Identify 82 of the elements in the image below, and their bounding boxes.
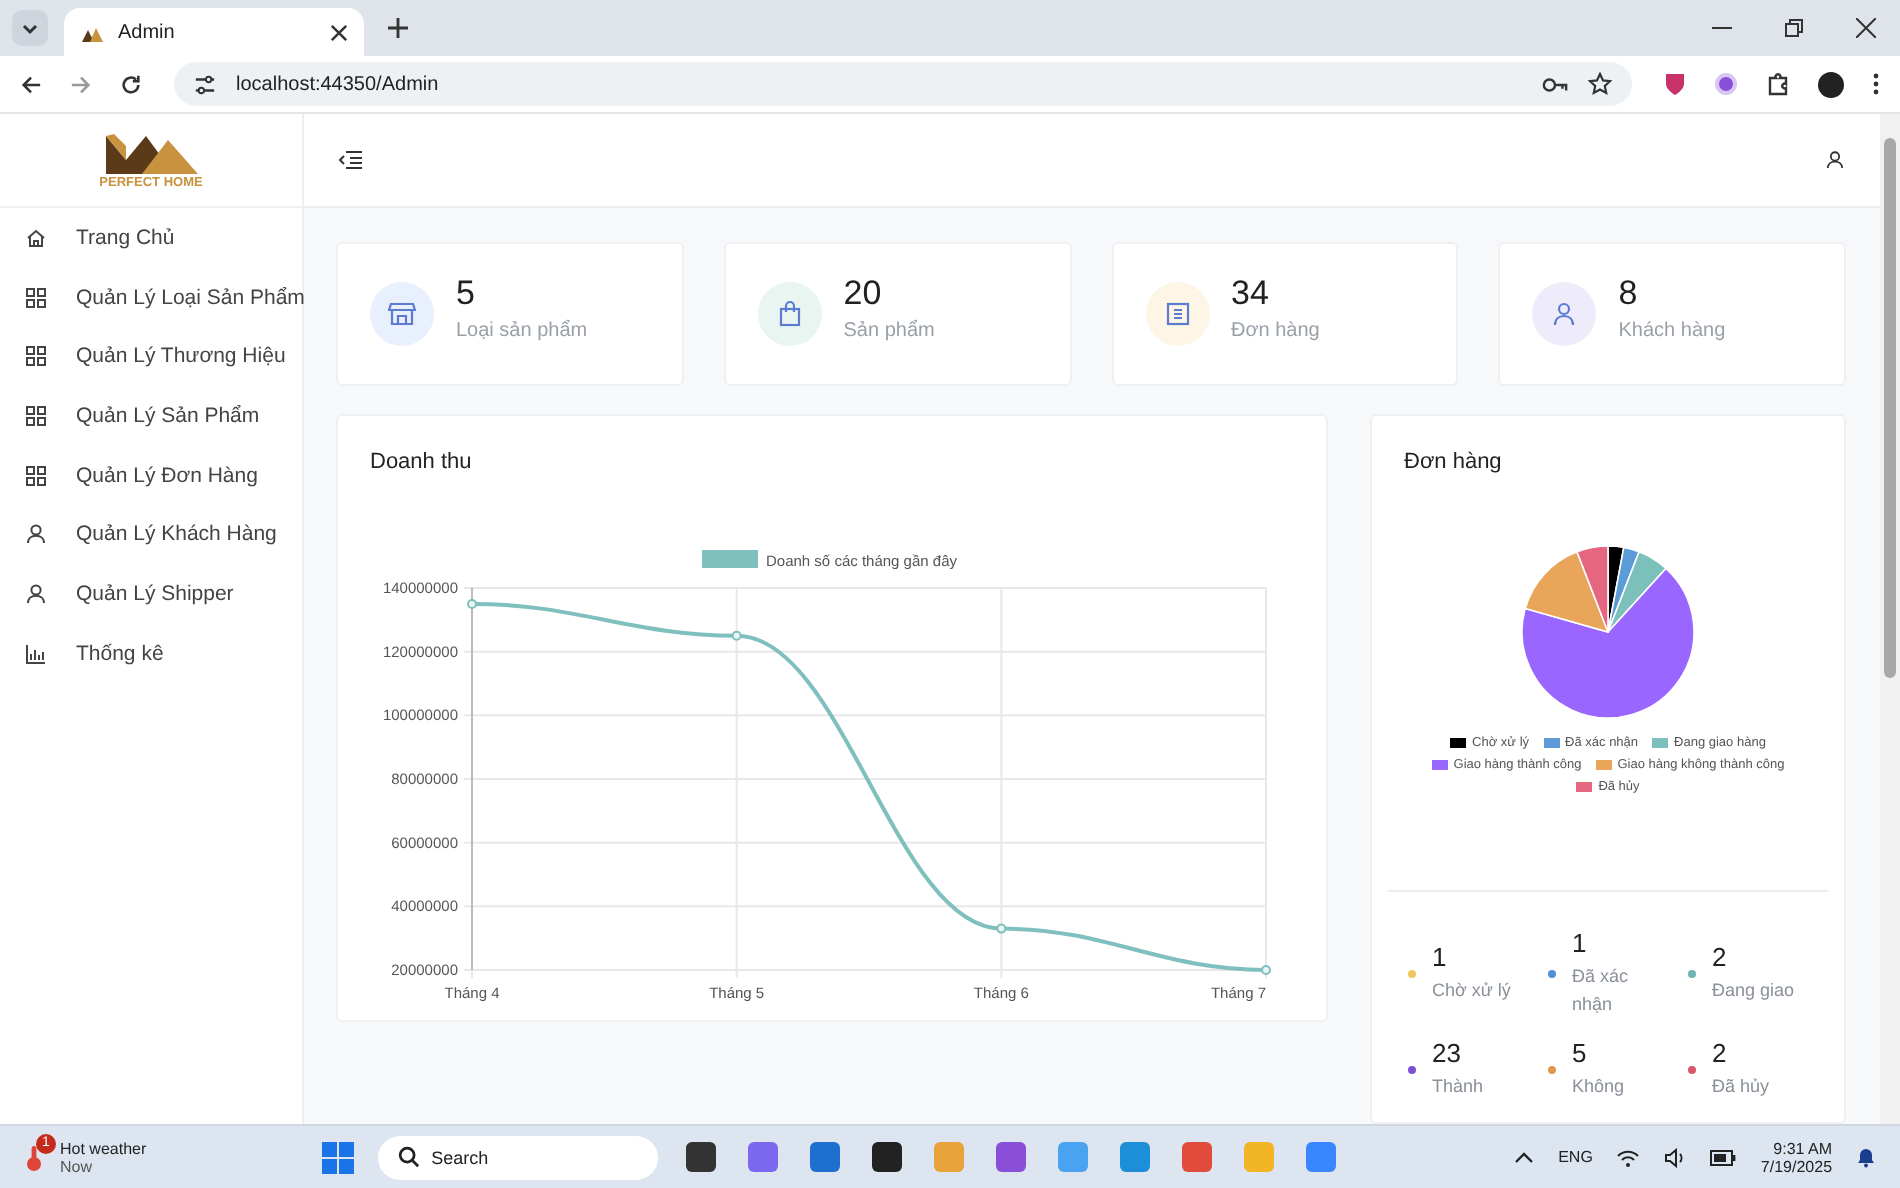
clock[interactable]: 9:31 AM 7/19/2025 (1760, 1139, 1833, 1175)
back-arrow-icon[interactable] (20, 73, 42, 95)
data-point (731, 630, 742, 641)
close-icon[interactable] (330, 23, 348, 41)
stat-label: Loại sản phẩm (456, 320, 588, 342)
card-title: Doanh thu (370, 450, 474, 474)
grid-icon (26, 405, 46, 426)
grid-icon (26, 465, 46, 486)
chart-icon (26, 643, 46, 664)
card-title: Đơn hàng (1402, 450, 1504, 474)
scrollbar[interactable] (1880, 114, 1900, 1124)
speaker-icon[interactable] (1664, 1147, 1687, 1167)
address-bar[interactable]: localhost:44350/Admin (174, 62, 1632, 106)
taskbar-app-icon[interactable] (685, 1142, 716, 1172)
status-label: Đã hủy (1712, 1074, 1772, 1100)
home-icon (26, 227, 46, 248)
key-icon[interactable] (1542, 75, 1568, 93)
data-point (996, 923, 1007, 934)
bag-icon (757, 282, 822, 346)
search-icon (397, 1146, 420, 1168)
taskbar-app-icon[interactable] (871, 1142, 902, 1172)
puzzle-icon[interactable] (1766, 72, 1790, 96)
store-icon (370, 282, 434, 346)
stat-value: 34 (1231, 274, 1271, 314)
more-menu-icon[interactable] (1872, 72, 1880, 96)
sidebar-item[interactable]: Quản Lý Shipper (0, 564, 302, 624)
chevron-up-icon[interactable] (1514, 1151, 1535, 1163)
battery-icon[interactable] (1710, 1149, 1737, 1165)
taskbar-search-field[interactable]: Search (377, 1135, 658, 1179)
grid-icon (26, 346, 46, 367)
user-icon (26, 583, 46, 604)
tab-title: Admin (118, 21, 177, 43)
site-info-icon[interactable] (194, 73, 216, 95)
user-icon (26, 524, 46, 545)
reload-icon[interactable] (120, 73, 142, 95)
status-count: 5 (1572, 1038, 1589, 1068)
user-icon (1532, 282, 1597, 346)
language-indicator[interactable]: ENG (1558, 1148, 1593, 1166)
stat-label: Đơn hàng (1231, 320, 1320, 342)
tab-list-button[interactable] (12, 10, 48, 46)
star-icon[interactable] (1588, 72, 1612, 96)
status-count: 23 (1432, 1038, 1463, 1068)
sidebar-item[interactable]: Trang Chủ (0, 208, 302, 268)
windows-start-icon[interactable] (321, 1141, 354, 1173)
data-point (1261, 965, 1271, 975)
house-logo-icon (101, 130, 201, 174)
data-point (467, 598, 477, 609)
stat-label: Sản phẩm (843, 320, 935, 342)
weather-title: Hot weather (60, 1139, 147, 1157)
grid-icon (26, 287, 46, 308)
forward-arrow-icon[interactable] (70, 73, 92, 95)
sidebar-item[interactable]: Thống kê (0, 623, 302, 683)
weather-subtitle: Now (60, 1157, 95, 1175)
sidebar-item[interactable]: Quản Lý Loại Sản Phẩm (0, 267, 302, 327)
sidebar-item[interactable]: Quản Lý Thương Hiệu (0, 326, 302, 387)
status-label: Không (1572, 1074, 1627, 1100)
restore-icon[interactable] (1784, 18, 1804, 38)
status-label: Thành (1432, 1074, 1486, 1100)
stat-value: 8 (1618, 274, 1640, 314)
profile-avatar[interactable] (1818, 71, 1844, 97)
status-label: Chờ xử lý (1432, 977, 1513, 1004)
status-count: 1 (1572, 928, 1589, 958)
stat-value: 20 (843, 274, 884, 314)
sidebar-item[interactable]: Quản Lý Sản Phẩm (0, 386, 302, 446)
shield-icon[interactable] (1664, 72, 1686, 96)
new-tab-icon[interactable] (388, 18, 408, 38)
menu-icon[interactable] (338, 150, 362, 170)
wifi-icon[interactable] (1616, 1147, 1641, 1167)
status-count: 2 (1712, 1038, 1729, 1068)
user-icon[interactable] (1826, 150, 1844, 170)
status-count: 1 (1432, 941, 1449, 972)
browser-tab[interactable]: Admin (64, 8, 364, 56)
stat-value: 5 (456, 274, 477, 314)
bell-icon[interactable] (1856, 1146, 1877, 1168)
close-icon[interactable] (1856, 18, 1876, 38)
status-label: Đã xác nhận (1572, 964, 1631, 1017)
list-icon (1145, 282, 1209, 346)
sidebar-item[interactable]: Quản Lý Khách Hàng (0, 504, 302, 565)
status-label: Đang giao (1712, 977, 1797, 1004)
stat-label: Khách hàng (1618, 320, 1726, 342)
sidebar-item[interactable]: Quản Lý Đơn Hàng (0, 445, 302, 505)
status-count: 2 (1712, 941, 1729, 972)
